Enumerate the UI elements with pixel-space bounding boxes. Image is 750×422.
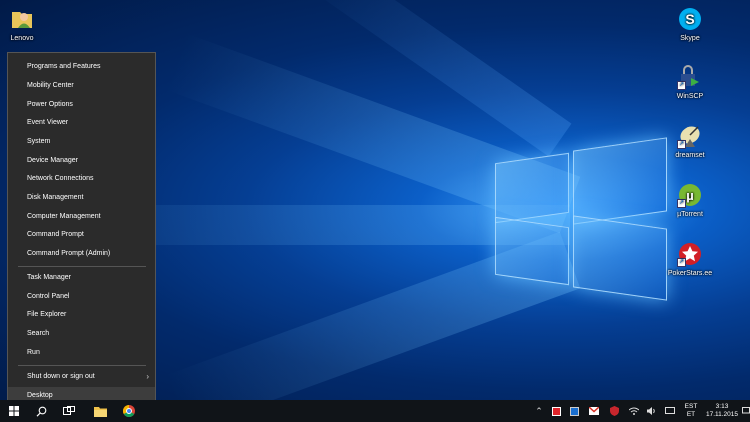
user-folder-icon — [9, 6, 35, 32]
menu-item-search[interactable]: Search — [8, 325, 155, 343]
menu-item-control-panel[interactable]: Control Panel — [8, 288, 155, 306]
menu-item-label: Shut down or sign out — [27, 373, 95, 380]
menu-item-command-prompt-admin[interactable]: Command Prompt (Admin) — [8, 245, 155, 263]
logo-pane — [495, 152, 569, 224]
desktop-icon-label: WinSCP — [676, 93, 704, 100]
monitor-icon[interactable] — [664, 400, 676, 422]
menu-item-run[interactable]: Run — [8, 344, 155, 362]
winscp-icon: ↗ — [677, 64, 703, 90]
action-center-button[interactable] — [741, 400, 750, 422]
logo-pane — [495, 216, 569, 286]
chat-icon — [741, 407, 750, 414]
pokerstars-icon: ↗ — [677, 241, 703, 267]
wifi-icon[interactable] — [628, 400, 640, 422]
menu-item-programs-and-features[interactable]: Programs and Features — [8, 58, 155, 76]
desktop-icon-label: Lenovo — [10, 35, 34, 42]
language-indicator[interactable]: EST ET — [681, 400, 701, 422]
logo-pane — [573, 137, 667, 225]
app-icon[interactable] — [568, 400, 580, 422]
menu-item-system[interactable]: System — [8, 133, 155, 151]
gmail-icon[interactable] — [588, 400, 600, 422]
start-icon — [9, 406, 19, 416]
power-user-menu: Programs and Features Mobility Center Po… — [7, 52, 156, 406]
svg-text:S: S — [685, 11, 694, 27]
menu-item-disk-management[interactable]: Disk Management — [8, 189, 155, 207]
svg-text:µ: µ — [686, 188, 694, 203]
shield-icon[interactable] — [608, 400, 620, 422]
menu-item-power-options[interactable]: Power Options — [8, 96, 155, 114]
menu-item-device-manager[interactable]: Device Manager — [8, 152, 155, 170]
desktop-icon-utorrent[interactable]: µ ↗ µTorrent — [665, 182, 715, 219]
desktop-icon-label: PokerStars.ee — [667, 270, 713, 277]
logo-pane — [573, 215, 667, 301]
desktop-icon-pokerstars[interactable]: ↗ PokerStars.ee — [665, 241, 715, 278]
desktop-icon-lenovo[interactable]: Lenovo — [0, 6, 47, 43]
shortcut-arrow-icon: ↗ — [677, 199, 686, 208]
desktop-icon-label: Skype — [680, 35, 700, 42]
skype-icon: S — [677, 6, 703, 32]
menu-item-event-viewer[interactable]: Event Viewer — [8, 114, 155, 132]
desktop-icon-winscp[interactable]: ↗ WinSCP — [665, 64, 715, 101]
menu-item-file-explorer[interactable]: File Explorer — [8, 306, 155, 324]
menu-item-shut-down-or-sign-out[interactable]: Shut down or sign out › — [8, 368, 155, 386]
chevron-right-icon: › — [146, 372, 149, 381]
taskbar: ⌃ EST ET 3:13 17.11.2015 — [0, 400, 750, 422]
language-code: EST — [684, 403, 698, 410]
language-code: ET — [686, 411, 696, 418]
task-view-icon — [63, 406, 75, 415]
chrome-icon — [123, 405, 135, 417]
shortcut-arrow-icon: ↗ — [677, 81, 686, 90]
menu-separator — [18, 365, 146, 366]
desktop-icon-skype[interactable]: S Skype — [665, 6, 715, 43]
task-view-button[interactable] — [58, 400, 80, 422]
file-explorer-taskbar-button[interactable] — [89, 400, 111, 422]
shortcut-arrow-icon: ↗ — [677, 258, 686, 267]
chevron-up-icon[interactable]: ⌃ — [533, 400, 545, 422]
menu-item-computer-management[interactable]: Computer Management — [8, 208, 155, 226]
desktop-icon-label: dreamset — [675, 152, 705, 159]
chrome-taskbar-button[interactable] — [118, 400, 140, 422]
clock-time: 3:13 — [715, 403, 729, 410]
menu-item-task-manager[interactable]: Task Manager — [8, 269, 155, 287]
search-icon — [36, 406, 46, 417]
clock[interactable]: 3:13 17.11.2015 — [704, 400, 740, 422]
menu-separator — [18, 266, 146, 267]
search-button[interactable] — [30, 400, 52, 422]
desktop-icon-dreamset[interactable]: ↗ dreamset — [665, 123, 715, 160]
volume-icon[interactable] — [646, 400, 658, 422]
utorrent-icon: µ ↗ — [677, 182, 703, 208]
clock-date: 17.11.2015 — [705, 411, 739, 418]
desktop-icon-label: µTorrent — [677, 211, 703, 218]
file-explorer-icon — [93, 406, 107, 417]
start-button[interactable] — [3, 400, 25, 422]
satellite-dish-icon: ↗ — [677, 123, 703, 149]
menu-item-network-connections[interactable]: Network Connections — [8, 170, 155, 188]
shortcut-arrow-icon: ↗ — [677, 140, 686, 149]
windows-logo — [495, 137, 670, 301]
antivirus-icon[interactable] — [550, 400, 562, 422]
menu-item-command-prompt[interactable]: Command Prompt — [8, 226, 155, 244]
menu-item-mobility-center[interactable]: Mobility Center — [8, 77, 155, 95]
